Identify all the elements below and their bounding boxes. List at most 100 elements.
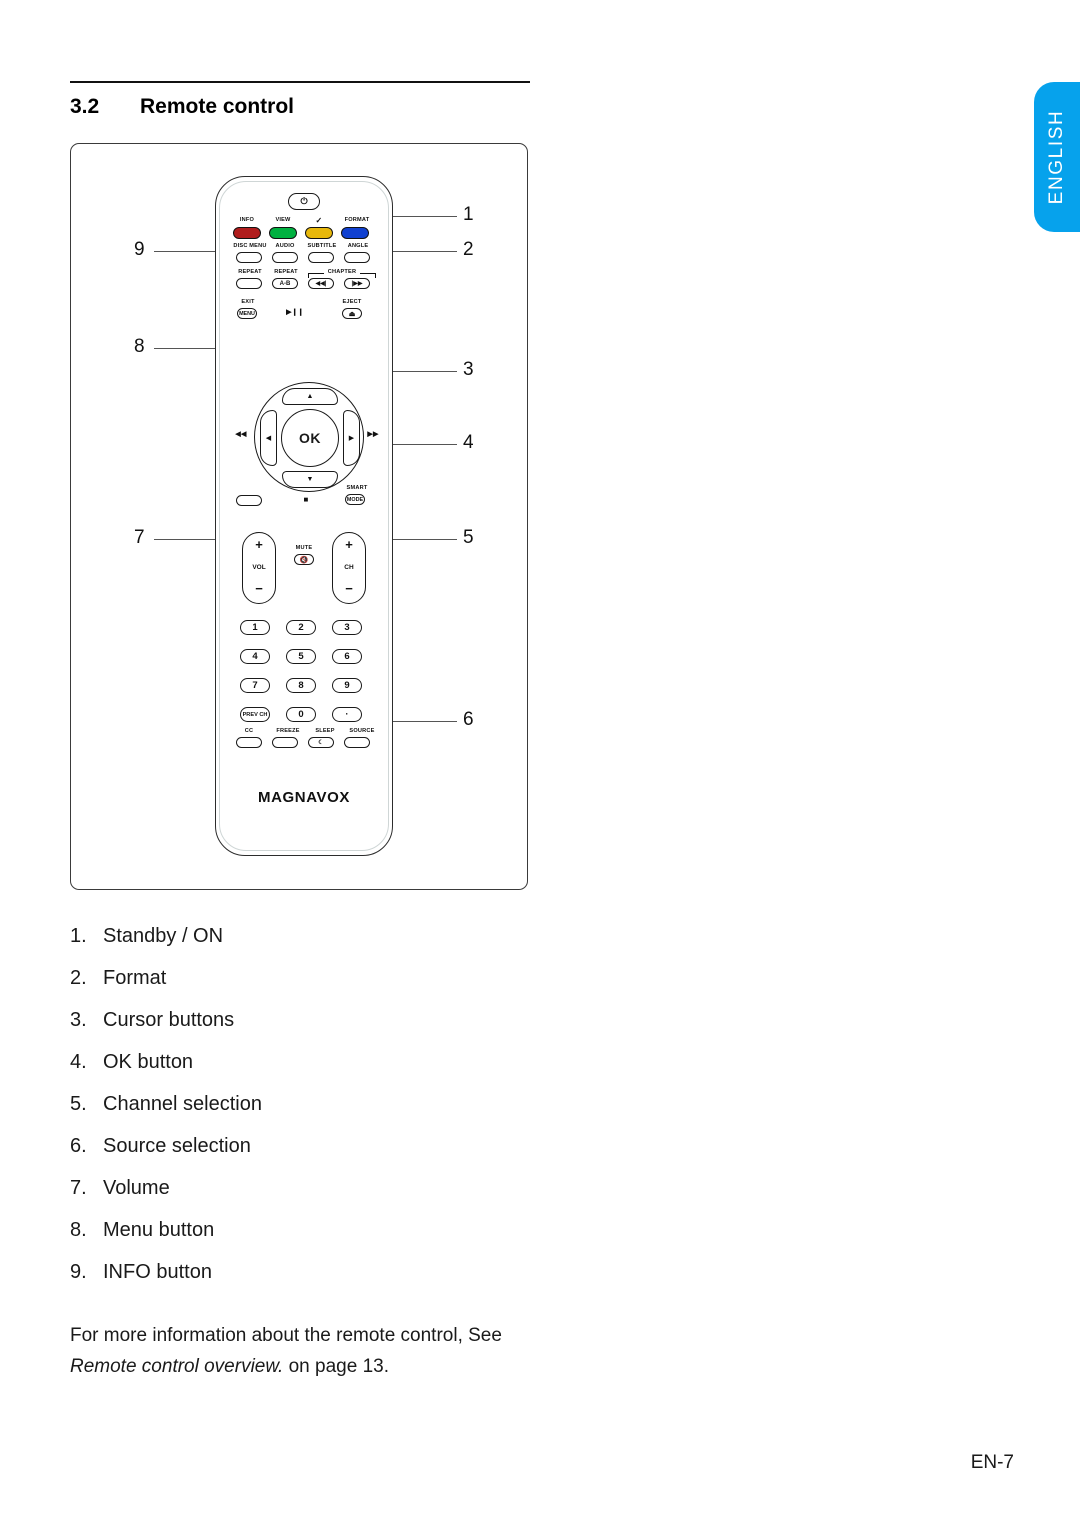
numeric-key-5[interactable]: 5: [286, 649, 316, 664]
key-label-mute: MUTE: [295, 545, 313, 551]
key-label-freeze: FREEZE: [276, 728, 300, 734]
list-item-label: Menu button: [103, 1219, 215, 1241]
list-item: 1. Standby / ON: [70, 925, 530, 948]
key-label-exit: EXIT: [241, 299, 255, 305]
sleep-button[interactable]: ☾: [308, 737, 334, 748]
numeric-key-8[interactable]: 8: [286, 678, 316, 693]
callout-number-2: 2: [463, 239, 474, 260]
exit-menu-button[interactable]: MENU: [237, 308, 257, 319]
key-label-chapter: CHAPTER: [327, 269, 357, 275]
color-key-red-info[interactable]: [233, 227, 261, 239]
key-label-eject: EJECT: [342, 299, 362, 305]
channel-down[interactable]: −: [333, 581, 365, 596]
heading-rule: [70, 81, 530, 83]
list-item-label: Cursor buttons: [103, 1009, 235, 1031]
list-item-label: Volume: [103, 1177, 170, 1199]
chapter-bracket-tick-right: [375, 273, 376, 278]
power-standby-button[interactable]: ⏻: [288, 193, 320, 210]
list-item-index: 4.: [70, 1051, 87, 1073]
stop-icon[interactable]: ■: [296, 495, 316, 504]
key-label-format: FORMAT: [344, 217, 370, 223]
chapter-next-button[interactable]: |▶▶: [344, 278, 370, 289]
callout-number-4: 4: [463, 432, 474, 453]
unlabeled-left-button[interactable]: [236, 495, 262, 506]
smart-mode-button[interactable]: MODE: [345, 494, 365, 505]
volume-label: VOL: [252, 564, 266, 571]
channel-up[interactable]: +: [333, 537, 365, 552]
channel-label: CH: [344, 564, 354, 571]
prev-channel-button[interactable]: PREV CH: [240, 707, 270, 722]
brand-logo: MAGNAVOX: [257, 789, 351, 806]
callout-number-5: 5: [463, 527, 474, 548]
freeze-button[interactable]: [272, 737, 298, 748]
list-item-index: 5.: [70, 1093, 87, 1115]
numeric-key-0[interactable]: 0: [286, 707, 316, 722]
list-item-label: Standby / ON: [103, 925, 224, 947]
list-item-label: INFO button: [103, 1261, 212, 1283]
list-item: 8. Menu button: [70, 1219, 530, 1242]
list-item: 6. Source selection: [70, 1135, 530, 1158]
numeric-key-2[interactable]: 2: [286, 620, 316, 635]
channel-rocker[interactable]: + CH −: [332, 532, 366, 604]
list-item-index: 6.: [70, 1135, 87, 1157]
volume-down[interactable]: −: [243, 581, 275, 596]
section-number: 3.2: [70, 95, 100, 118]
list-item-label: Source selection: [103, 1135, 251, 1157]
note-line-2: on page 13.: [283, 1356, 389, 1377]
cc-button[interactable]: [236, 737, 262, 748]
list-item: 2. Format: [70, 967, 530, 990]
list-item-label: Format: [103, 967, 167, 989]
key-label-angle: ANGLE: [347, 243, 369, 249]
numeric-key-7[interactable]: 7: [240, 678, 270, 693]
list-item-index: 2.: [70, 967, 87, 989]
section-title: Remote control: [140, 95, 295, 118]
numeric-key-3[interactable]: 3: [332, 620, 362, 635]
language-tab: ENGLISH: [1034, 82, 1080, 232]
key-label-sleep: SLEEP: [315, 728, 335, 734]
list-item-index: 1.: [70, 925, 87, 947]
key-label-view: VIEW: [275, 217, 291, 223]
play-pause-icon[interactable]: ▶❙❙: [278, 308, 312, 316]
cursor-left-button[interactable]: ◀: [260, 410, 277, 466]
numeric-key-6[interactable]: 6: [332, 649, 362, 664]
language-tab-label: ENGLISH: [1046, 109, 1067, 205]
color-key-yellow-subtitle[interactable]: [305, 227, 333, 239]
repeat-button[interactable]: [236, 278, 262, 289]
angle-button[interactable]: [344, 252, 370, 263]
dot-key[interactable]: ·: [332, 707, 362, 722]
page-title: 3.2 Remote control: [70, 95, 540, 119]
cursor-right-button[interactable]: ▶: [343, 410, 360, 466]
list-item-label: OK button: [103, 1051, 194, 1073]
callout-number-9: 9: [134, 239, 145, 260]
rewind-icon[interactable]: ◀◀: [230, 430, 252, 438]
numeric-key-4[interactable]: 4: [240, 649, 270, 664]
numeric-key-1[interactable]: 1: [240, 620, 270, 635]
numeric-key-9[interactable]: 9: [332, 678, 362, 693]
eject-button[interactable]: ⏏: [342, 308, 362, 319]
note-italic-reference: Remote control overview.: [70, 1356, 284, 1377]
list-item: 3. Cursor buttons: [70, 1009, 530, 1032]
disc-menu-button[interactable]: [236, 252, 262, 263]
key-label-repeat-ab: REPEAT: [274, 269, 298, 275]
reference-note: For more information about the remote co…: [70, 1320, 570, 1382]
chapter-bracket-left: [308, 273, 324, 274]
list-item-index: 7.: [70, 1177, 87, 1199]
callout-number-1: 1: [463, 204, 474, 225]
cursor-down-button[interactable]: ▼: [282, 471, 338, 488]
volume-up[interactable]: +: [243, 537, 275, 552]
color-key-blue-format[interactable]: [341, 227, 369, 239]
fast-forward-icon[interactable]: ▶▶: [362, 430, 384, 438]
list-item-index: 8.: [70, 1219, 87, 1241]
cursor-up-button[interactable]: ▲: [282, 388, 338, 405]
note-line-1: For more information about the remote co…: [70, 1325, 502, 1346]
color-key-green-view[interactable]: [269, 227, 297, 239]
mute-button[interactable]: 🔇: [294, 554, 314, 565]
audio-button[interactable]: [272, 252, 298, 263]
source-button[interactable]: [344, 737, 370, 748]
ok-button[interactable]: OK: [281, 409, 339, 467]
chapter-prev-button[interactable]: ◀◀|: [308, 278, 334, 289]
subtitle-button[interactable]: [308, 252, 334, 263]
list-item-index: 3.: [70, 1009, 87, 1031]
repeat-ab-button[interactable]: A-B: [272, 278, 298, 289]
volume-rocker[interactable]: + VOL −: [242, 532, 276, 604]
